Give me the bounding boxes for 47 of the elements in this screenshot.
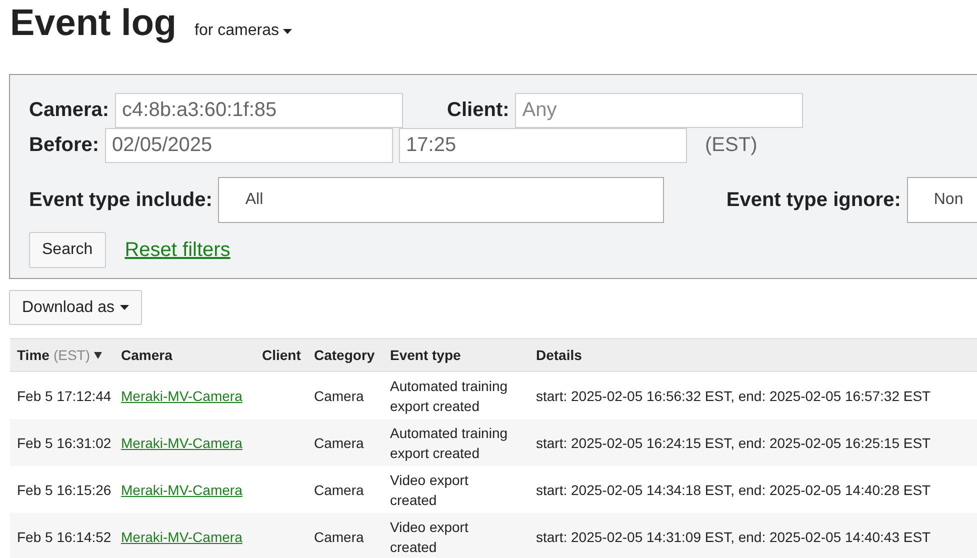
camera-link[interactable]: Meraki-MV-Camera xyxy=(121,388,242,404)
event-type-include-field[interactable]: All xyxy=(218,177,664,223)
time-cell: Feb 5 16:14:52 xyxy=(17,528,112,544)
camera-field[interactable]: c4:8b:a3:60:1f:85 xyxy=(115,93,404,128)
timezone-note: (EST) xyxy=(53,347,90,363)
camera-link[interactable]: Meraki-MV-Camera xyxy=(121,434,242,450)
details-cell: start: 2025-02-05 16:56:32 EST, end: 2025-02-05 16:57:32 EST xyxy=(536,388,931,404)
event-type-cell-text: Automated training export created xyxy=(390,376,509,416)
time-cell: Feb 5 16:31:02 xyxy=(17,434,112,450)
time-cell: Feb 5 16:15:26 xyxy=(17,482,112,498)
page-title: Event log xyxy=(10,1,177,45)
event-type-cell-text: Video export created xyxy=(390,470,470,510)
date-field[interactable]: 02/05/2025 xyxy=(105,128,394,163)
sort-down-icon xyxy=(94,352,102,358)
column-header[interactable]: Category xyxy=(314,347,375,363)
column-header[interactable]: Client xyxy=(262,347,301,363)
field-label: Event type ignore: xyxy=(726,188,901,212)
search-button[interactable]: Search xyxy=(29,232,106,268)
details-cell: start: 2025-02-05 14:34:18 EST, end: 2025-02-05 14:40:28 EST xyxy=(536,482,931,498)
field-label: Camera: xyxy=(29,99,110,122)
caret-icon xyxy=(283,28,292,34)
category-cell: Camera xyxy=(314,528,364,544)
scope-dropdown[interactable]: for cameras xyxy=(194,22,292,40)
camera-link[interactable]: Meraki-MV-Camera xyxy=(121,482,242,498)
client-field[interactable]: Any xyxy=(515,93,804,128)
category-cell: Camera xyxy=(314,434,364,450)
timezone-label: (EST) xyxy=(705,134,758,157)
camera-link[interactable]: Meraki-MV-Camera xyxy=(121,528,242,544)
download-dropdown[interactable]: Download as xyxy=(9,290,142,325)
field-label: Client: xyxy=(447,99,510,122)
column-header[interactable]: Details xyxy=(536,347,582,363)
details-cell: start: 2025-02-05 14:31:09 EST, end: 2025-02-05 14:40:43 EST xyxy=(536,528,931,544)
time-field[interactable]: 17:25 xyxy=(399,128,688,163)
column-header[interactable]: Time (EST) xyxy=(17,347,102,363)
event-type-cell-text: Automated training export created xyxy=(390,424,509,462)
column-header[interactable]: Event type xyxy=(390,347,461,363)
event-type-cell-text: Video export created xyxy=(390,518,470,556)
reset-filters-link[interactable]: Reset filters xyxy=(124,238,230,262)
time-cell: Feb 5 17:12:44 xyxy=(17,388,112,404)
column-header[interactable]: Camera xyxy=(121,347,172,363)
details-cell: start: 2025-02-05 16:24:15 EST, end: 2025-02-05 16:25:15 EST xyxy=(536,434,931,450)
event-type-ignore-field[interactable]: Non xyxy=(906,177,977,223)
field-label: Before: xyxy=(29,134,100,157)
caret-icon xyxy=(120,305,128,310)
category-cell: Camera xyxy=(314,482,364,498)
field-label: Event type include: xyxy=(29,188,212,212)
category-cell: Camera xyxy=(314,388,364,404)
